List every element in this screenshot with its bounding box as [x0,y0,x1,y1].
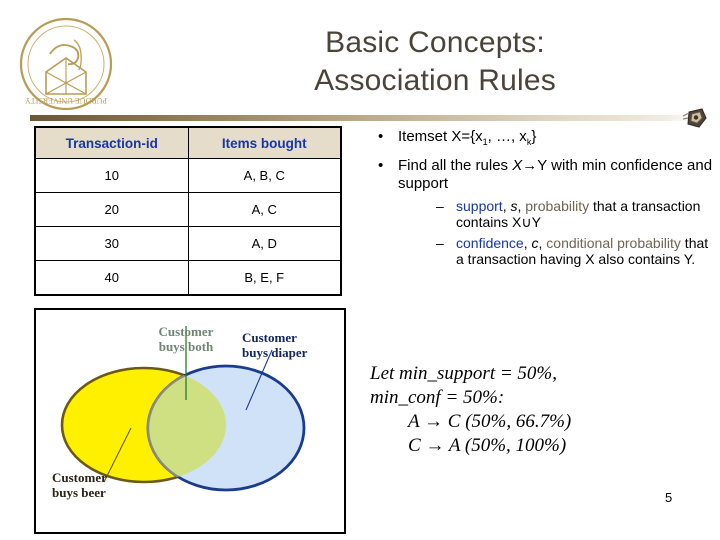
venn-label-diaper-line-2: buys diaper [242,345,308,361]
sub-bullet-support: – support, s, probability that a transac… [398,198,716,231]
rule-2-lhs: C [408,434,421,456]
itemset-mid: , …, x [487,128,527,145]
example-line-2: min_conf = 50%: [370,386,505,408]
bullet-marker: • [378,128,384,145]
venn-diagram-panel: Customer buys both Customer buys diaper … [34,308,346,534]
venn-label-buys-both: Customer buys both [140,324,232,355]
column-header-transaction-id: Transaction-id [34,126,189,159]
rule-variable-x: X [512,156,523,174]
confidence-symbol: c [531,234,539,251]
table-row: 20 A, C [34,192,342,227]
rule-1-arrow-icon: → [424,410,444,432]
rule-1-values: (50%, 66.7%) [465,410,572,432]
worked-example-block: Let min_support = 50%, min_conf = 50%: A… [370,362,710,458]
table-row: 30 A, D [34,226,342,261]
cell-items-bought: A, B, C [187,158,342,193]
venn-label-beer-line-2: buys beer [52,485,106,501]
venn-label-both-line-1: Customer [158,324,214,339]
venn-label-buys-beer: Customer buys beer [52,470,107,501]
purdue-university-seal-logo: PURDUE UNIVERSITY [16,14,116,114]
rule-2-values: (50%, 100%) [464,434,567,456]
concepts-bullet-list: • Itemset X={x1, …, xk} • Find all the r… [368,128,716,277]
cell-items-bought: A, D [187,226,342,261]
cell-transaction-id: 30 [34,226,189,261]
confidence-sep-1: , [523,234,532,251]
itemset-prefix: Itemset X={x [398,128,483,145]
cell-items-bought: A, C [187,192,342,227]
title-line-1: Basic Concepts: [325,26,545,59]
confidence-tan-text: conditional probability [546,234,681,251]
header-divider [30,115,702,121]
table-header-row: Transaction-id Items bought [34,126,342,159]
rule-2-rhs: A [448,434,461,456]
cell-transaction-id: 10 [34,158,189,193]
example-rule-1: A → C (50%, 66.7%) [370,410,710,434]
cell-transaction-id: 40 [34,260,189,296]
find-rules-pre: Find all the rules [398,156,513,174]
rule-1-lhs: A [408,410,420,432]
cell-transaction-id: 20 [34,192,189,227]
rule-2-arrow-icon: → [425,434,445,456]
venn-label-beer-line-1: Customer [52,470,107,485]
column-header-items-bought: Items bought [187,126,342,159]
venn-label-both-line-2: buys both [158,339,214,355]
sub-bullet-confidence: – confidence, c, conditional probability… [398,235,716,268]
example-line-1: Let min_support = 50%, [370,363,557,384]
union-icon: ∪ [521,214,532,231]
venn-label-diaper-line-1: Customer [242,330,297,345]
example-rule-2: C → A (50%, 100%) [370,434,710,458]
bullet-find-rules: • Find all the rules X→Y with min confid… [368,157,716,268]
venn-label-buys-diaper: Customer buys diaper [242,330,342,361]
table-row: 40 B, E, F [34,260,342,296]
bullet-marker: • [378,156,384,174]
page-title: Basic Concepts: Association Rules [200,24,670,101]
keyword-support: support [456,197,503,214]
svg-text:PURDUE UNIVERSITY: PURDUE UNIVERSITY [25,96,107,105]
transactions-table: Transaction-id Items bought 10 A, B, C 2… [34,126,342,296]
keyword-confidence: confidence [456,234,524,251]
cell-items-bought: B, E, F [187,260,342,296]
rule-arrow-icon: → [522,156,538,174]
seal-icon: PURDUE UNIVERSITY [19,17,113,111]
sub-bullet-marker: – [436,197,444,214]
bullet-itemset: • Itemset X={x1, …, xk} [368,128,716,148]
support-tail-2: Y [531,214,541,231]
itemset-suffix: } [531,128,537,145]
page-number: 5 [665,490,673,505]
sub-bullet-marker: – [436,234,444,251]
rule-1-rhs: C [447,410,461,432]
table-row: 10 A, B, C [34,158,342,193]
rule-variable-y: Y [537,156,547,174]
support-tan-text: probability [525,197,590,214]
title-line-2: Association Rules [314,64,556,98]
